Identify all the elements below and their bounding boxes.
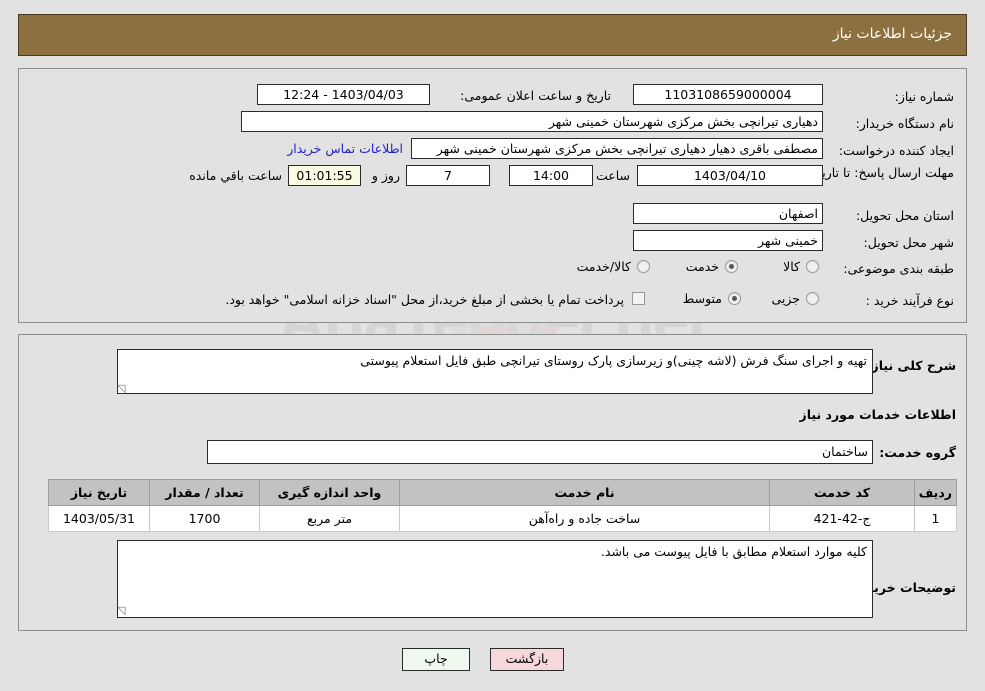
page-header-bar: جزئیات اطلاعات نیاز <box>18 14 967 56</box>
radio-category-kala-khedmat-label: کالا/خدمت <box>576 259 631 274</box>
deadline-days-label: روز و <box>371 168 400 183</box>
cell-unit: متر مربع <box>259 505 400 532</box>
page-title: جزئیات اطلاعات نیاز <box>832 26 952 42</box>
checkbox-islamic-treasury-bonds[interactable] <box>632 292 645 305</box>
general-desc-textarea[interactable]: تهیه و اجرای سنگ فرش (لاشه چینی)و زیرساز… <box>117 349 873 394</box>
general-desc-label: شرح کلی نیاز: <box>866 358 956 373</box>
cell-need-date: 1403/05/31 <box>48 505 150 532</box>
cell-quantity: 1700 <box>149 505 260 532</box>
th-need-date: تاریخ نیاز <box>48 479 150 506</box>
province-field[interactable]: اصفهان <box>633 203 823 224</box>
city-label: شهر محل تحویل: <box>863 235 954 250</box>
table-header-row: ردیف کد خدمت نام خدمت واحد اندازه گیری ت… <box>48 479 957 506</box>
th-row-number: ردیف <box>914 479 957 506</box>
announce-datetime-label: تاریخ و ساعت اعلان عمومی: <box>460 88 611 103</box>
service-group-label: گروه خدمت: <box>879 445 956 460</box>
buyer-contact-link[interactable]: اطلاعات تماس خریدار <box>287 138 403 159</box>
deadline-label: مهلت ارسال پاسخ: تا تاریخ: <box>809 165 954 180</box>
need-info-panel: شماره نیاز: 1103108659000004 تاریخ و ساع… <box>18 68 967 323</box>
th-service-name: نام خدمت <box>399 479 770 506</box>
service-group-field[interactable]: ساختمان <box>207 440 873 464</box>
th-service-code: کد خدمت <box>769 479 915 506</box>
back-button[interactable]: بازگشت <box>490 648 564 671</box>
radio-purchase-motavaset-label: متوسط <box>682 291 722 306</box>
radio-category-khedmat[interactable] <box>725 260 738 273</box>
radio-purchase-motavaset[interactable] <box>728 292 741 305</box>
need-number-field[interactable]: 1103108659000004 <box>633 84 823 105</box>
buyer-org-field[interactable]: دهیاری تیرانچی بخش مرکزی شهرستان خمینی ش… <box>241 111 823 132</box>
radio-category-kala-label: کالا <box>783 259 800 274</box>
th-unit: واحد اندازه گیری <box>259 479 400 506</box>
deadline-days-field[interactable]: 7 <box>406 165 490 186</box>
province-label: استان محل تحویل: <box>855 208 954 223</box>
deadline-date-field[interactable]: 1403/04/10 <box>637 165 823 186</box>
deadline-time-label: ساعت <box>595 168 630 183</box>
deadline-countdown-label: ساعت باقي مانده <box>189 168 282 183</box>
radio-category-khedmat-label: خدمت <box>685 259 719 274</box>
need-details-panel: شرح کلی نیاز: تهیه و اجرای سنگ فرش (لاشه… <box>18 334 967 631</box>
radio-purchase-jozei-label: جزیی <box>771 291 800 306</box>
city-field[interactable]: خمینی شهر <box>633 230 823 251</box>
cell-service-code: ج-42-421 <box>769 505 915 532</box>
deadline-countdown-field: 01:01:55 <box>288 165 361 186</box>
category-label: طبقه بندی موضوعی: <box>843 261 954 276</box>
th-quantity: تعداد / مقدار <box>149 479 260 506</box>
requester-label: ایجاد کننده درخواست: <box>838 143 954 158</box>
table-row: 1 ج-42-421 ساخت جاده و راه‌آهن متر مربع … <box>48 505 957 532</box>
radio-category-kala-khedmat[interactable] <box>637 260 650 273</box>
radio-purchase-jozei[interactable] <box>806 292 819 305</box>
buyer-notes-textarea[interactable]: کلیه موارد استعلام مطابق با فایل پیوست م… <box>117 540 873 618</box>
checkbox-islamic-treasury-bonds-label: پرداخت تمام یا بخشی از مبلغ خرید،از محل … <box>225 292 624 307</box>
cell-row-number: 1 <box>914 505 957 532</box>
services-table: ردیف کد خدمت نام خدمت واحد اندازه گیری ت… <box>48 479 957 532</box>
radio-category-kala[interactable] <box>806 260 819 273</box>
buyer-org-label: نام دستگاه خریدار: <box>855 116 954 131</box>
requester-field[interactable]: مصطفی باقری دهیار دهیاری تیرانچی بخش مرک… <box>411 138 823 159</box>
need-number-label: شماره نیاز: <box>894 89 954 104</box>
purchase-type-label: نوع فرآیند خرید : <box>865 293 954 308</box>
services-section-title: اطلاعات خدمات مورد نیاز <box>799 407 957 422</box>
cell-service-name: ساخت جاده و راه‌آهن <box>399 505 770 532</box>
print-button[interactable]: چاپ <box>402 648 470 671</box>
deadline-time-field[interactable]: 14:00 <box>509 165 593 186</box>
announce-datetime-field[interactable]: 1403/04/03 - 12:24 <box>257 84 430 105</box>
